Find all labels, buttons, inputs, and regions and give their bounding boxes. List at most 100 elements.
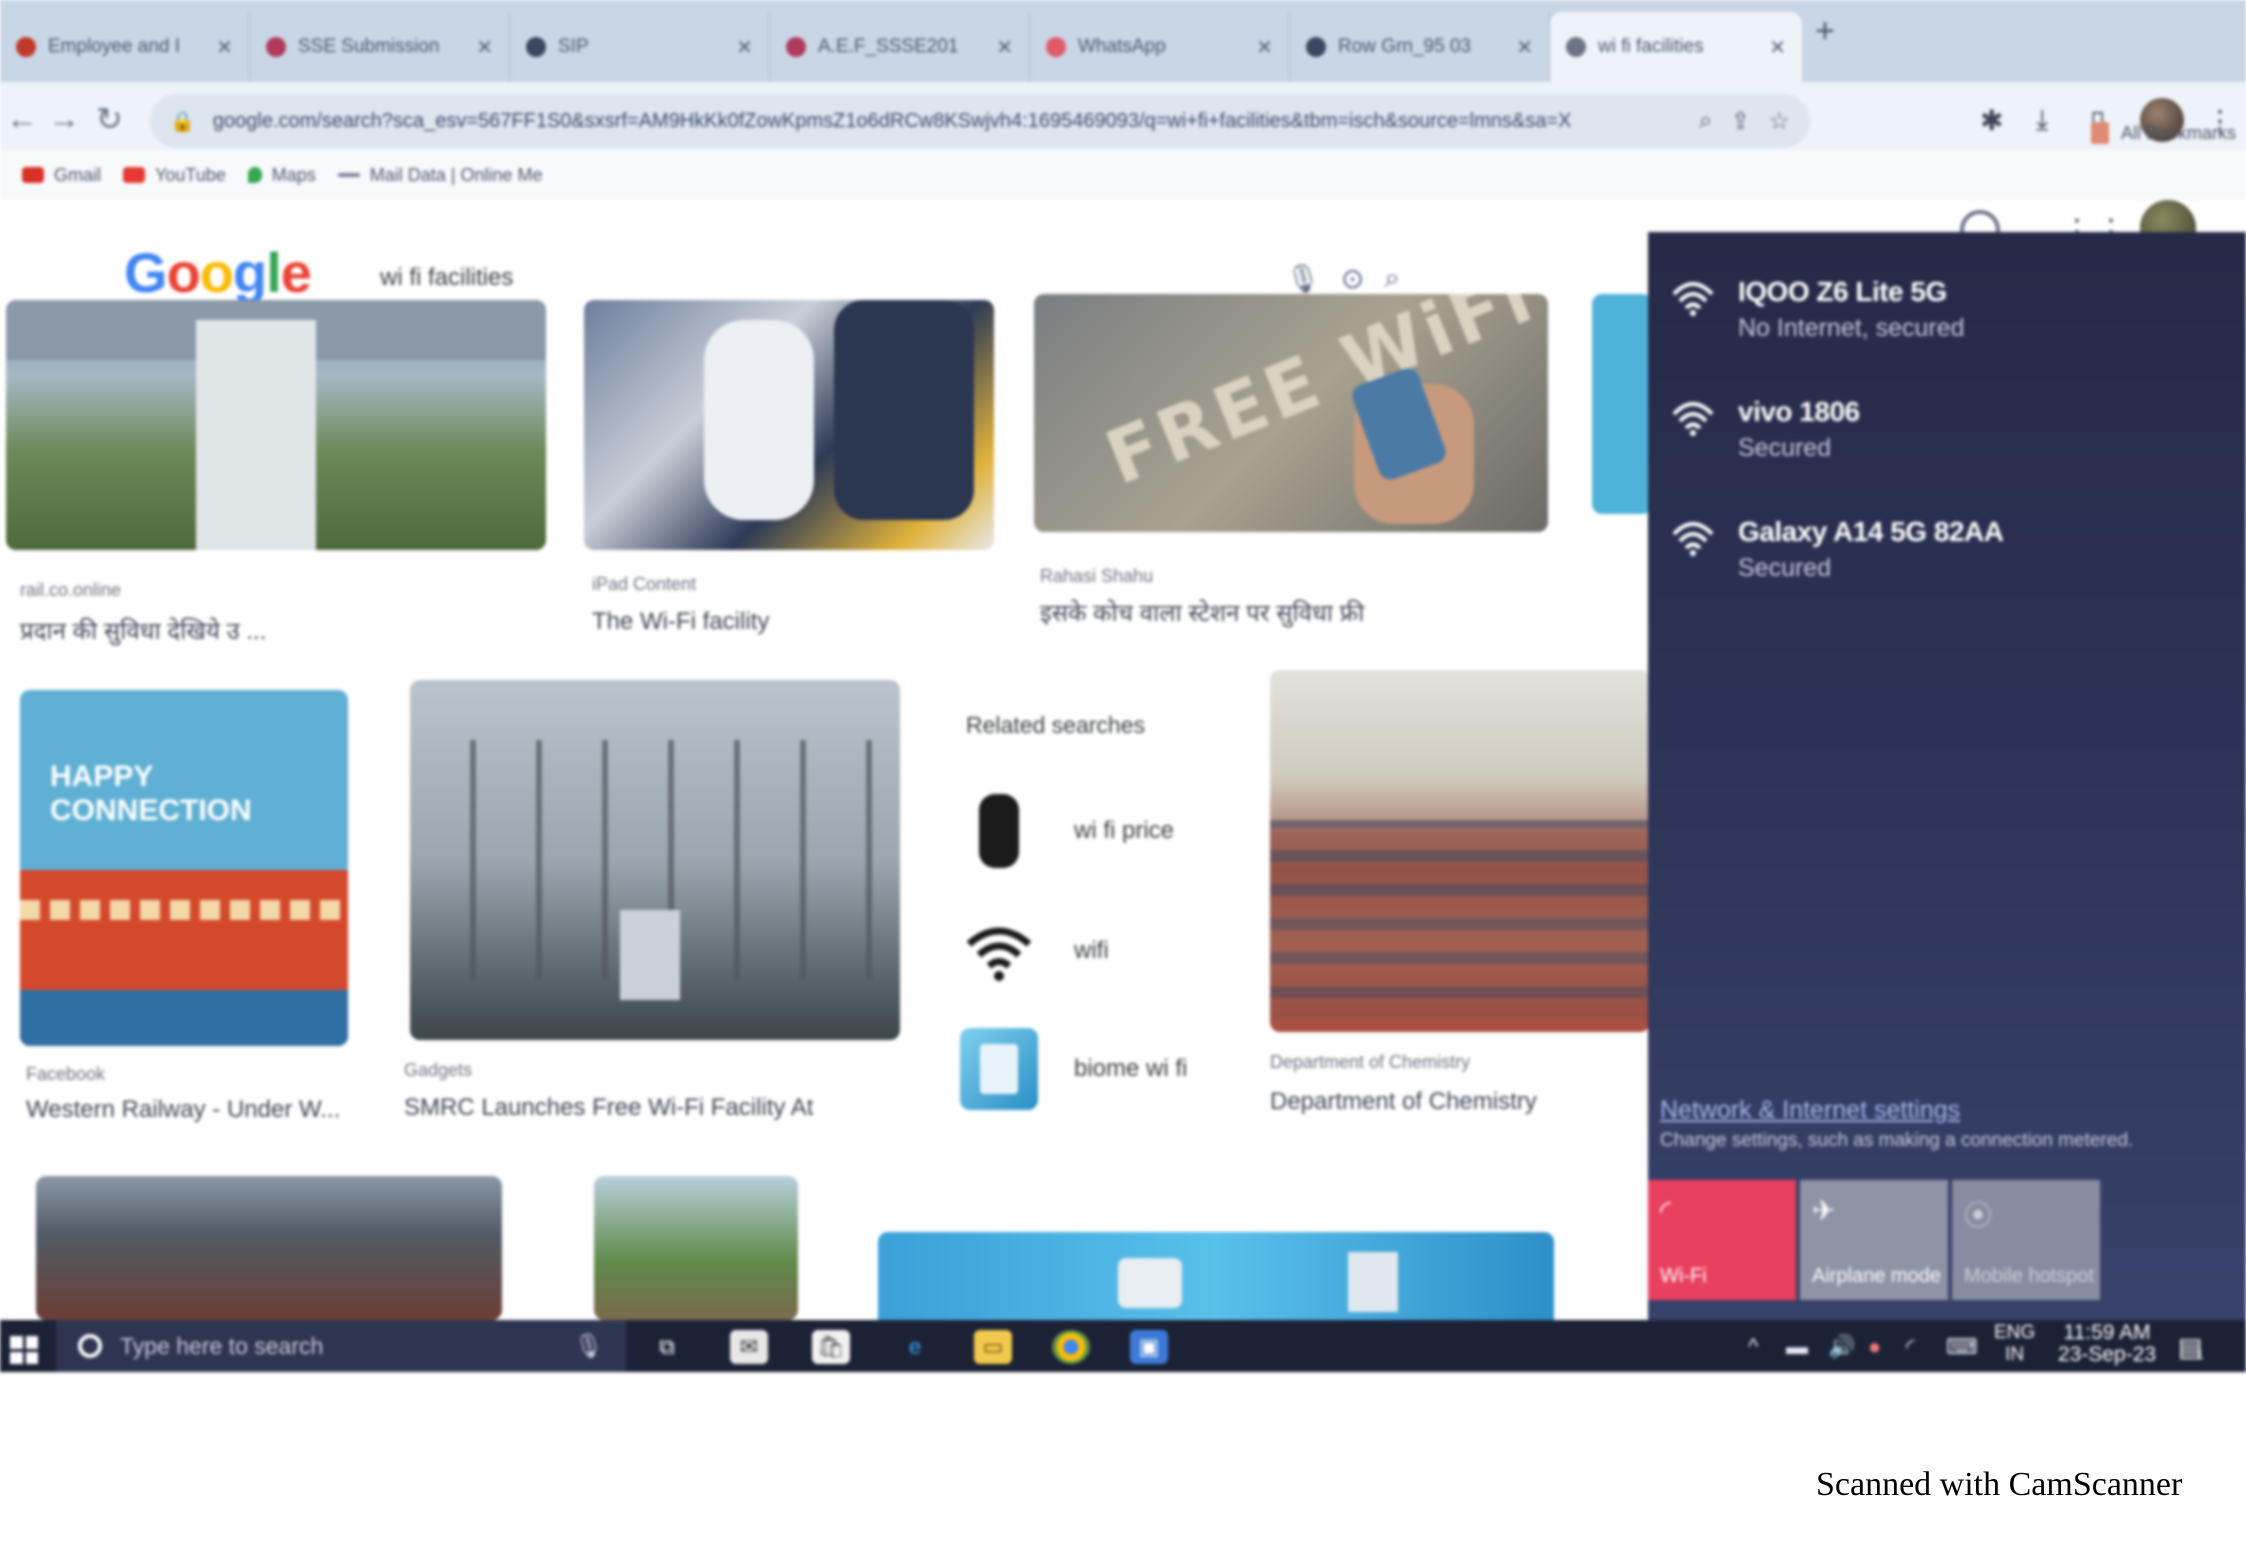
result-caption[interactable]: Western Railway - Under W... [26,1096,346,1124]
keyboard-icon[interactable]: ⌨ [1946,1334,1978,1360]
network-item[interactable]: IQOO Z6 Lite 5G No Internet, secured [1670,276,1965,343]
battery-icon[interactable]: ▬ [1786,1334,1808,1360]
clock-date: 23-Sep-23 [2058,1343,2157,1366]
store-icon[interactable]: 🛍 [812,1330,850,1364]
app-tray-icon[interactable]: ● [1868,1334,1881,1360]
zoom-search-icon[interactable]: ⌕ [1699,107,1712,135]
notification-count: 1 [2196,1346,2204,1362]
close-icon[interactable]: ✕ [1516,35,1533,60]
close-icon[interactable]: ✕ [996,35,1013,60]
forward-icon[interactable]: → [48,100,80,137]
bookmarks-bar: Gmail YouTube Maps Mail Data | Online Me [0,150,2246,200]
chrome-icon[interactable] [1052,1330,1090,1364]
reload-icon[interactable]: ↻ [96,100,123,138]
result-image-partial[interactable] [1592,294,1652,514]
close-icon[interactable]: ✕ [216,35,233,60]
result-image-smrc-railway[interactable] [410,680,900,1040]
tab-title: Row Grn_95 03 [1338,36,1472,57]
mic-icon[interactable]: 🎙 [1285,262,1321,295]
new-tab-button[interactable]: + [1815,12,1835,51]
bookmark-label: Maps [271,164,316,185]
mail-icon[interactable]: ✉ [730,1330,768,1364]
related-search-item[interactable]: wifi [960,910,1109,992]
result-caption[interactable]: The Wi-Fi facility [592,608,769,636]
tab-sse-submission[interactable]: SSE Submission ✕ [250,12,510,82]
close-icon[interactable]: ✕ [1769,35,1786,60]
bookmark-star-icon[interactable]: ☆ [1768,107,1790,136]
folder-icon [2090,122,2109,144]
network-settings-link[interactable]: Network & Internet settings [1660,1096,1960,1125]
tab-title: A.E.F_SSSE201 [818,36,959,57]
tab-sip[interactable]: SIP ✕ [510,12,770,82]
result-image-free-wifi-sign[interactable]: FREE WiFi [1034,294,1548,532]
google-header: Google wi fi facilities 🎙 ⊙ ⌕ [0,200,1650,304]
task-view-icon[interactable]: ⧉ [648,1330,686,1364]
close-icon[interactable]: ✕ [1256,35,1273,60]
clock-time: 11:59 AM [2063,1321,2151,1344]
related-search-item[interactable]: biome wi fi [960,1028,1187,1110]
related-search-item[interactable]: wi fi price [960,790,1174,872]
taskbar-search-placeholder: Type here to search [120,1332,324,1359]
app-icon[interactable]: ▣ [1130,1330,1168,1364]
tab-wifi-facilities[interactable]: wi fi facilities ✕ [1550,12,1802,82]
search-query[interactable]: wi fi facilities [380,264,1265,292]
result-image-train-happy-connection[interactable]: HAPPY CONNECTION [20,690,348,1046]
youtube-icon [123,167,146,183]
result-caption[interactable]: प्रदान की सुविधा देखिये उ ... [20,614,360,647]
region-code: IN [2005,1344,2025,1365]
quick-action-label: Wi-Fi [1660,1265,1707,1287]
clock[interactable]: 11:59 AM 23-Sep-23 [2058,1322,2156,1366]
notification-center-icon[interactable]: ▤ 1 [2178,1332,2208,1362]
download-icon[interactable]: ⤓ [2036,104,2048,137]
file-explorer-icon[interactable]: ▭ [974,1330,1012,1364]
result-caption[interactable]: इसके कोच वाला स्टेशन पर सुविधा फ्री [1040,596,1364,629]
result-image-hall[interactable] [36,1176,502,1320]
result-caption[interactable]: Department of Chemistry [1270,1088,1537,1116]
browser-toolbar: ← → ↻ 🔒 google.com/search?sca_esv=567FF1… [0,82,2246,160]
volume-icon[interactable]: 🔊 [1828,1334,1855,1360]
related-search-label: wi fi price [1074,817,1175,844]
result-image-students-laptop[interactable] [584,300,994,550]
gmail-icon [22,167,44,183]
mic-icon[interactable]: 🎙 [574,1332,604,1361]
network-item[interactable]: Galaxy A14 5G 82AA Secured [1670,516,2004,583]
google-logo[interactable]: Google [124,240,312,305]
language-indicator[interactable]: ENG IN [1994,1322,2035,1366]
result-image-chemistry-hall[interactable] [1270,670,1650,1032]
bookmark-gmail[interactable]: Gmail [22,165,101,186]
tab-row-grn[interactable]: Row Grn_95 03 ✕ [1290,12,1550,82]
share-icon[interactable]: ⇪ [1730,107,1750,136]
back-icon[interactable]: ← [6,100,38,137]
result-image-railway-station[interactable] [6,300,546,550]
bookmark-mail-data[interactable]: Mail Data | Online Me [337,165,543,186]
close-icon[interactable]: ✕ [736,35,753,60]
network-tray-icon[interactable]: ◜ [1906,1334,1915,1360]
windows-start-icon[interactable] [10,1336,38,1364]
taskbar-search[interactable]: Type here to search 🎙 [56,1320,626,1372]
close-icon[interactable]: ✕ [476,35,493,60]
result-caption[interactable]: SMRC Launches Free Wi-Fi Facility At [404,1094,813,1122]
related-search-label: wifi [1074,937,1109,964]
lens-icon[interactable]: ⊙ [1341,262,1364,295]
tab-title: WhatsApp [1078,36,1166,57]
search-icon[interactable]: ⌕ [1384,262,1400,295]
result-image-trees[interactable] [594,1176,798,1320]
tab-whatsapp[interactable]: WhatsApp ✕ [1030,12,1290,82]
wifi-toggle[interactable]: ◜ Wi-Fi [1648,1180,1796,1300]
tray-chevron-icon[interactable]: ^ [1748,1334,1758,1360]
address-bar[interactable]: 🔒 google.com/search?sca_esv=567FF1S0&sxs… [150,94,1810,148]
all-bookmarks[interactable]: All Bookmarks [2090,122,2236,144]
result-image-blue-banner[interactable] [878,1232,1554,1320]
airplane-mode-toggle[interactable]: ✈ Airplane mode [1800,1180,1948,1300]
extensions-icon[interactable]: ✱ [1980,104,2003,137]
bookmark-youtube[interactable]: YouTube [123,165,226,186]
result-source: Gadgets [404,1060,473,1080]
tab-title: Employee and I [48,36,181,57]
tab-aef[interactable]: A.E.F_SSSE201 ✕ [770,12,1030,82]
bookmark-maps[interactable]: Maps [247,164,316,186]
lock-icon: 🔒 [170,110,195,133]
edge-icon[interactable]: e [896,1330,934,1364]
tab-employee[interactable]: Employee and I ✕ [0,12,250,82]
mobile-hotspot-toggle[interactable]: ⦿ Mobile hotspot [1952,1180,2100,1300]
network-item[interactable]: vivo 1806 Secured [1670,396,1860,463]
